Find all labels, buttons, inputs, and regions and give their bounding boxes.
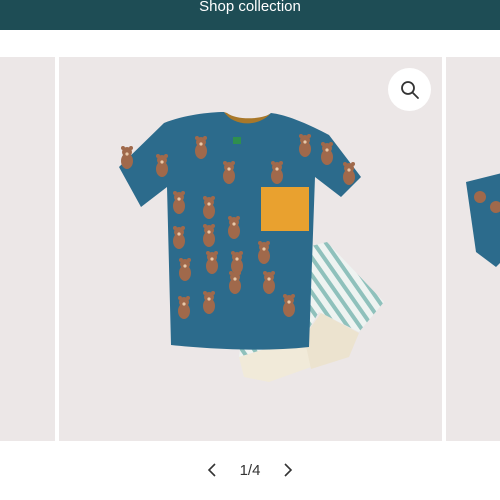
next-slide-peek[interactable] (446, 57, 500, 441)
zoom-button[interactable] (388, 68, 431, 111)
slide-counter: 1/4 (239, 461, 261, 479)
top-banner: Shop collection (0, 0, 500, 30)
product-image-carousel[interactable] (0, 57, 500, 441)
shop-collection-button[interactable]: Shop collection (193, 0, 307, 15)
main-product-slide[interactable] (59, 57, 442, 441)
carousel-pagination: 1/4 (0, 455, 500, 485)
product-image (119, 112, 384, 382)
next-slide-button[interactable] (278, 460, 298, 480)
previous-slide-peek[interactable] (0, 57, 55, 441)
chevron-left-icon (207, 463, 216, 477)
previous-slide-button[interactable] (202, 460, 222, 480)
search-icon (400, 80, 419, 99)
next-product-image-fragment (466, 173, 500, 267)
chevron-right-icon (284, 463, 293, 477)
